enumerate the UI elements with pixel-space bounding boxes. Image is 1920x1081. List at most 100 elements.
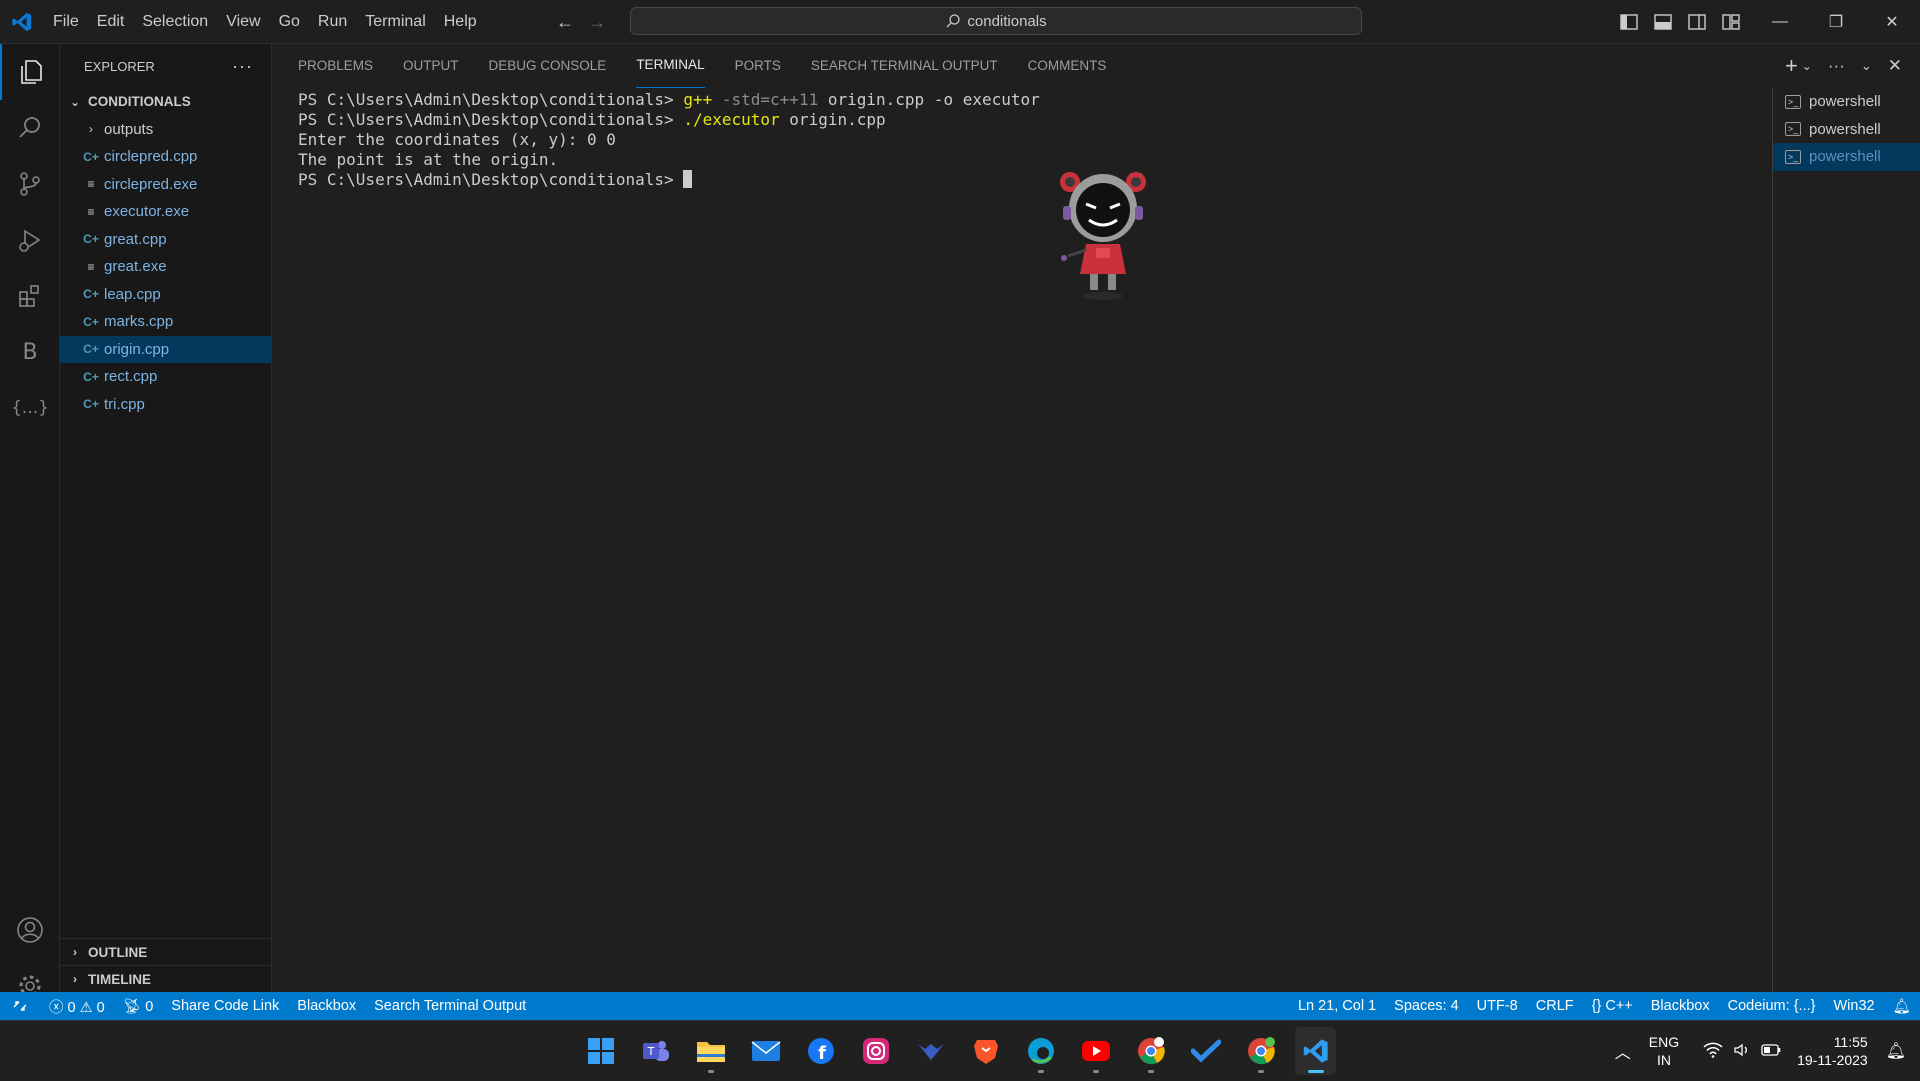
remote-indicator-icon[interactable]	[0, 992, 40, 1020]
menu-help[interactable]: Help	[435, 0, 486, 44]
mascot-character-icon	[1060, 172, 1146, 300]
battery-icon[interactable]	[1761, 1043, 1781, 1059]
tab-debug-console[interactable]: DEBUG CONSOLE	[489, 44, 607, 88]
notifications-bell-icon[interactable]: 🔔︎	[1884, 998, 1920, 1015]
outline-section[interactable]: › OUTLINE	[60, 938, 271, 965]
menu-edit[interactable]: Edit	[88, 0, 134, 44]
run-debug-icon[interactable]	[0, 212, 60, 268]
terminal-line: Enter the coordinates (x, y): 0 0	[298, 130, 616, 149]
more-actions-icon[interactable]: ···	[232, 56, 253, 77]
file-item[interactable]: C+ rect.cpp	[60, 363, 271, 391]
chevron-right-icon: ›	[73, 945, 77, 959]
menu-terminal[interactable]: Terminal	[356, 0, 434, 44]
search-terminal-output-button[interactable]: Search Terminal Output	[365, 998, 535, 1014]
command-center-search[interactable]: conditionals	[630, 7, 1362, 35]
close-panel-icon[interactable]: ✕	[1888, 56, 1902, 76]
exe-file-icon: ≡	[87, 204, 95, 219]
source-control-icon[interactable]	[0, 156, 60, 212]
extensions-icon[interactable]	[0, 268, 60, 324]
more-actions-icon[interactable]: ···	[1828, 56, 1845, 76]
forward-arrow-icon[interactable]: →	[588, 12, 606, 33]
vscode-taskbar-icon[interactable]	[1295, 1027, 1336, 1075]
facebook-icon[interactable]: f	[800, 1027, 841, 1075]
folder-outputs[interactable]: › outputs	[60, 116, 271, 144]
file-item[interactable]: C+ marks.cpp	[60, 308, 271, 336]
wifi-icon[interactable]	[1703, 1042, 1723, 1061]
minimize-icon[interactable]: —	[1752, 0, 1808, 44]
tab-search-terminal-output[interactable]: SEARCH TERMINAL OUTPUT	[811, 44, 998, 88]
terminal-instance[interactable]: >_ powershell	[1773, 88, 1920, 116]
platform[interactable]: Win32	[1824, 998, 1883, 1014]
end-of-line[interactable]: CRLF	[1527, 998, 1583, 1014]
ports-indicator[interactable]: 📡︎ 0	[114, 998, 163, 1015]
problems-indicator[interactable]: ⓧ 0 ⚠ 0	[40, 996, 114, 1017]
file-item[interactable]: C+ leap.cpp	[60, 281, 271, 309]
toggle-primary-sidebar-icon[interactable]	[1620, 14, 1638, 30]
blackbox-status[interactable]: Blackbox	[1642, 998, 1719, 1014]
back-arrow-icon[interactable]: ←	[556, 12, 574, 33]
blackbox-button[interactable]: Blackbox	[288, 998, 365, 1014]
encoding[interactable]: UTF-8	[1468, 998, 1527, 1014]
tab-output[interactable]: OUTPUT	[403, 44, 459, 88]
indentation[interactable]: Spaces: 4	[1385, 998, 1468, 1014]
terminal-instance[interactable]: >_ powershell	[1773, 116, 1920, 144]
chevron-up-icon[interactable]: ︿	[1615, 1039, 1631, 1063]
todo-icon[interactable]	[1185, 1027, 1226, 1075]
instagram-icon[interactable]	[855, 1027, 896, 1075]
teams-icon[interactable]: T	[635, 1027, 676, 1075]
menu-file[interactable]: File	[44, 0, 88, 44]
tidal-app-icon[interactable]	[910, 1027, 951, 1075]
edge-icon[interactable]	[1020, 1027, 1061, 1075]
file-item[interactable]: ≡ executor.exe	[60, 198, 271, 226]
tab-ports[interactable]: PORTS	[735, 44, 781, 88]
file-item[interactable]: C+ circlepred.cpp	[60, 143, 271, 171]
language-indicator[interactable]: ENG IN	[1649, 1033, 1679, 1069]
menu-run[interactable]: Run	[309, 0, 356, 44]
folder-conditionals[interactable]: ⌄ CONDITIONALS	[60, 88, 271, 116]
file-item[interactable]: C+ great.cpp	[60, 226, 271, 254]
tab-problems[interactable]: PROBLEMS	[298, 44, 373, 88]
customize-layout-icon[interactable]	[1722, 14, 1740, 30]
tab-terminal[interactable]: TERMINAL	[636, 44, 705, 88]
timeline-section[interactable]: › TIMELINE	[60, 965, 271, 992]
toggle-panel-icon[interactable]	[1654, 14, 1672, 30]
file-item[interactable]: C+ tri.cpp	[60, 391, 271, 419]
terminal-output[interactable]: PS C:\Users\Admin\Desktop\conditionals> …	[298, 90, 1040, 190]
file-item[interactable]: ≡ circlepred.exe	[60, 171, 271, 199]
brave-icon[interactable]	[965, 1027, 1006, 1075]
close-window-icon[interactable]: ✕	[1864, 0, 1920, 44]
clock[interactable]: 11:55 19-11-2023	[1797, 1033, 1868, 1069]
menu-go[interactable]: Go	[270, 0, 309, 44]
youtube-icon[interactable]	[1075, 1027, 1116, 1075]
volume-icon[interactable]	[1733, 1042, 1751, 1061]
explorer-icon[interactable]	[0, 44, 60, 100]
new-terminal-icon[interactable]: +	[1785, 53, 1798, 79]
menu-selection[interactable]: Selection	[133, 0, 217, 44]
file-label: marks.cpp	[104, 313, 174, 331]
search-activity-icon[interactable]	[0, 100, 60, 156]
terminal-list: >_ powershell >_ powershell >_ powershell	[1772, 88, 1920, 992]
file-item[interactable]: C+ origin.cpp	[60, 335, 271, 363]
mail-icon[interactable]	[745, 1027, 786, 1075]
codeium-status[interactable]: Codeium: {...}	[1719, 998, 1825, 1014]
notification-center-icon[interactable]: 🔔︎	[1886, 1041, 1906, 1061]
accounts-icon[interactable]	[0, 902, 60, 958]
terminal-instance[interactable]: >_ powershell	[1773, 143, 1920, 171]
file-item[interactable]: ≡ great.exe	[60, 253, 271, 281]
maximize-panel-icon[interactable]: ⌄	[1861, 58, 1872, 74]
chrome-icon[interactable]	[1240, 1027, 1281, 1075]
menu-view[interactable]: View	[217, 0, 269, 44]
restore-icon[interactable]: ❐	[1808, 0, 1864, 44]
toggle-secondary-sidebar-icon[interactable]	[1688, 14, 1706, 30]
windows-start-icon[interactable]	[580, 1027, 621, 1075]
codeium-icon[interactable]: {...}	[0, 380, 60, 436]
blackbox-icon[interactable]: B	[0, 324, 60, 380]
language-mode[interactable]: {} C++	[1583, 998, 1642, 1014]
ports-count: 0	[145, 998, 154, 1015]
cursor-position[interactable]: Ln 21, Col 1	[1289, 998, 1385, 1014]
file-explorer-icon[interactable]	[690, 1027, 731, 1075]
share-code-link-button[interactable]: Share Code Link	[162, 998, 288, 1014]
chrome-profile-icon[interactable]	[1130, 1027, 1171, 1075]
tab-comments[interactable]: COMMENTS	[1028, 44, 1107, 88]
terminal-dropdown-icon[interactable]: ⌄	[1802, 59, 1812, 73]
